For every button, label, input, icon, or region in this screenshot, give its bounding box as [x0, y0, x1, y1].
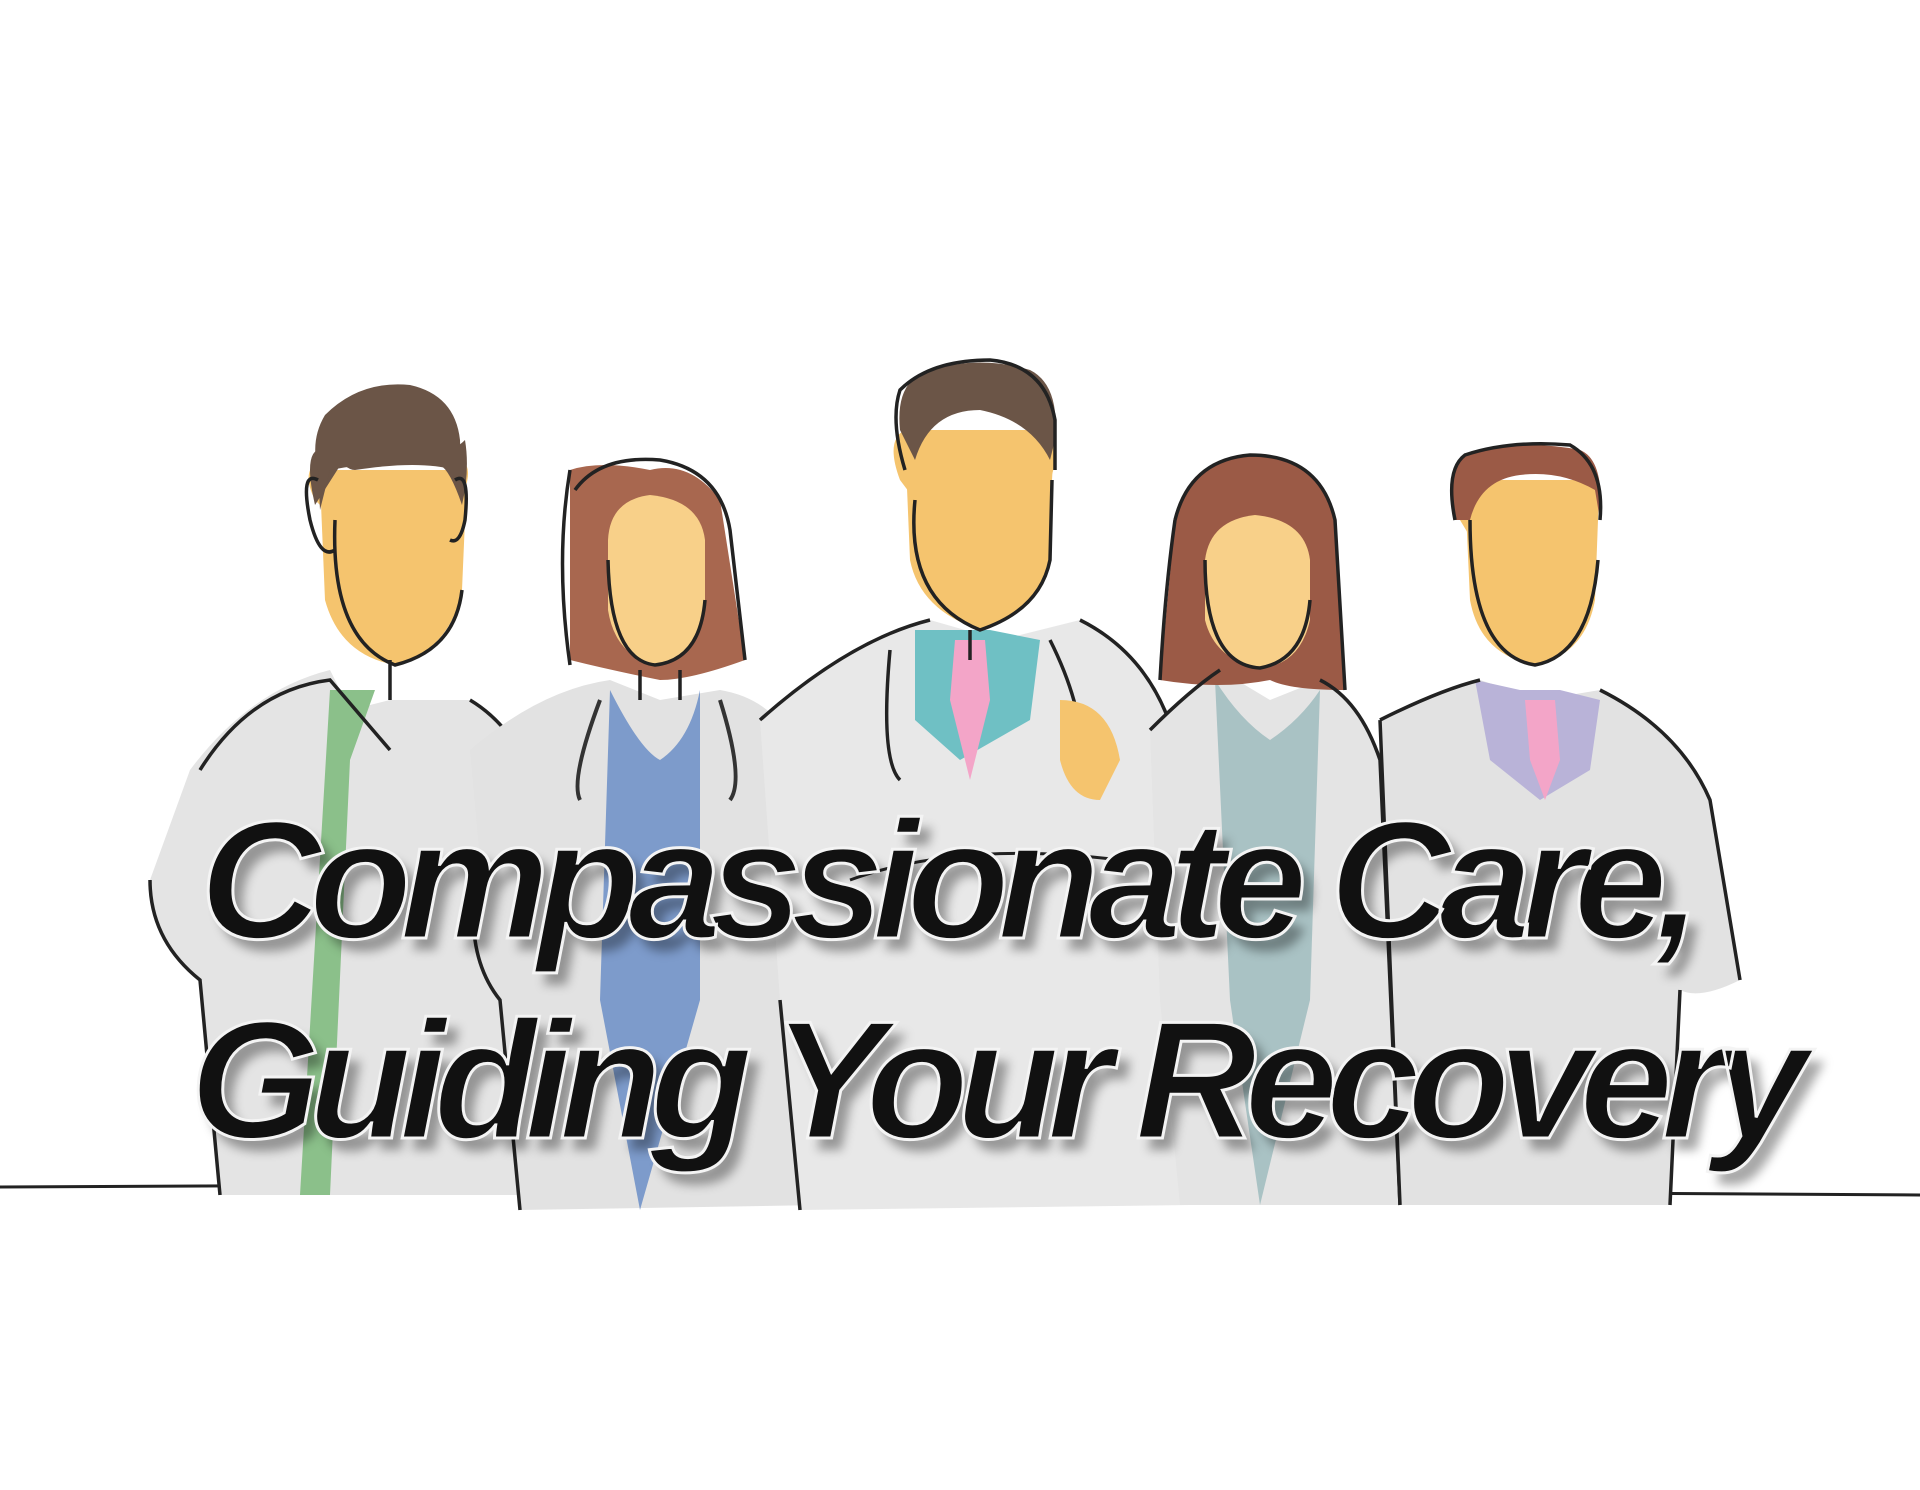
- headline-line-1: Compassionate Care,: [199, 785, 1704, 976]
- doctors-team-illustration: [0, 358, 1920, 1211]
- headline: Compassionate Care, Guiding Your Recover…: [150, 780, 1850, 1180]
- poster: Compassionate Care, Guiding Your Recover…: [0, 0, 1920, 1490]
- headline-line-2: Guiding Your Recovery: [189, 985, 1810, 1176]
